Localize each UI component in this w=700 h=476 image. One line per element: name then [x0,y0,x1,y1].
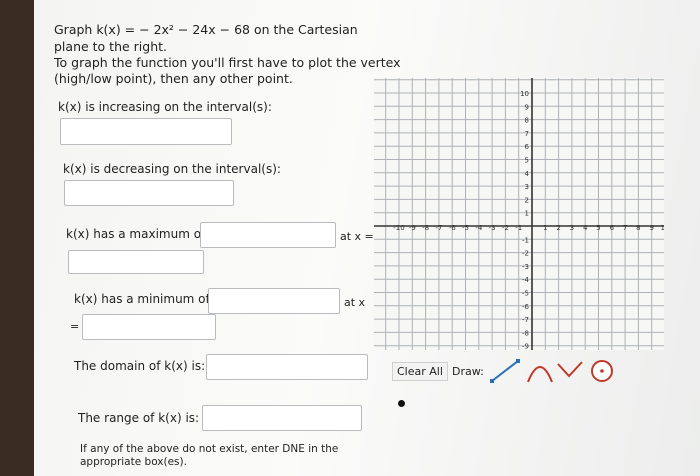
cartesian-graph[interactable]: -10-9-8-7-6-5-4-3-2-11234567891010987654… [374,78,664,350]
minimum-label: k(x) has a minimum of [74,292,210,306]
y-tick-label: 9 [525,103,529,111]
prompt-line-3: To graph the function you'll first have … [54,55,401,70]
y-tick-label: 8 [525,117,529,125]
x-tick-label: 2 [556,224,560,232]
domain-input[interactable] [206,354,368,380]
maximum-x-input[interactable] [68,250,204,274]
y-tick-label: -6 [522,303,530,311]
maximum-label: k(x) has a maximum of [66,227,206,241]
question-panel: Graph k(x) = − 2x² − 24x − 68 on the Car… [34,0,700,476]
x-tick-label: -10 [393,224,404,232]
parabola-open-down-icon[interactable] [527,366,553,383]
minimum-x-input[interactable] [82,314,216,340]
x-tick-label: 4 [583,224,588,232]
range-input[interactable] [202,405,362,431]
y-tick-label: -1 [522,236,529,244]
increasing-label: k(x) is increasing on the interval(s): [58,100,272,114]
prompt-line-4: (high/low point), then any other point. [54,71,293,86]
y-tick-label: 10 [520,90,529,98]
x-tick-label: 3 [570,224,574,232]
range-label: The range of k(x) is: [78,411,200,425]
x-tick-label: -9 [409,224,416,232]
x-tick-label: -3 [489,224,496,232]
increasing-interval-input[interactable] [60,118,232,145]
maximum-at-x-label: at x = [340,230,374,243]
x-tick-label: -1 [515,224,522,232]
minimum-at-x-label: at x [344,296,366,309]
x-tick-label: 8 [636,224,640,232]
parabola-open-up-icon[interactable] [557,361,583,378]
y-tick-label: -8 [522,329,529,337]
y-tick-label: -2 [522,250,529,258]
y-tick-label: 7 [525,130,529,138]
y-tick-label: 1 [525,210,529,218]
x-tick-label: 7 [623,224,627,232]
x-tick-label: -2 [502,224,509,232]
x-tick-label: -8 [422,224,429,232]
y-tick-label: 5 [525,157,529,165]
x-tick-label: -5 [462,224,469,232]
point-marker [398,400,405,407]
y-tick-label: 4 [525,170,530,178]
draw-label: Draw: [452,365,484,378]
x-tick-label: 9 [649,224,653,232]
dne-note-line-1: If any of the above do not exist, enter … [80,443,339,455]
minimum-value-input[interactable] [208,288,340,314]
x-tick-label: -7 [435,224,442,232]
domain-label: The domain of k(x) is: [74,359,206,373]
y-tick-label: -7 [522,316,529,324]
decreasing-label: k(x) is decreasing on the interval(s): [63,162,281,176]
prompt-line-2: plane to the right. [54,39,168,54]
decreasing-interval-input[interactable] [64,180,234,206]
y-tick-label: 6 [525,143,530,151]
x-tick-label: -4 [475,224,483,232]
y-tick-label: -3 [522,263,529,271]
y-tick-label: -9 [522,343,529,350]
x-tick-label: -6 [449,224,457,232]
x-tick-label: 5 [596,224,600,232]
maximum-value-input[interactable] [200,222,336,248]
prompt-line-1: Graph k(x) = − 2x² − 24x − 68 on the Car… [54,22,358,37]
circle-tool-icon[interactable] [591,360,613,382]
y-tick-label: -4 [522,276,530,284]
dne-note-line-2: appropriate box(es). [80,456,187,468]
y-tick-label: 2 [525,196,529,204]
minimum-equals-sign: = [70,320,80,333]
clear-all-button[interactable]: Clear All [392,362,448,381]
line-tool-icon[interactable] [490,359,520,383]
y-tick-label: -5 [522,290,529,298]
x-tick-label: 10 [661,224,664,232]
x-tick-label: 6 [610,224,615,232]
y-tick-label: 3 [525,183,529,191]
x-tick-label: 1 [543,224,547,232]
draw-tools [488,358,624,384]
